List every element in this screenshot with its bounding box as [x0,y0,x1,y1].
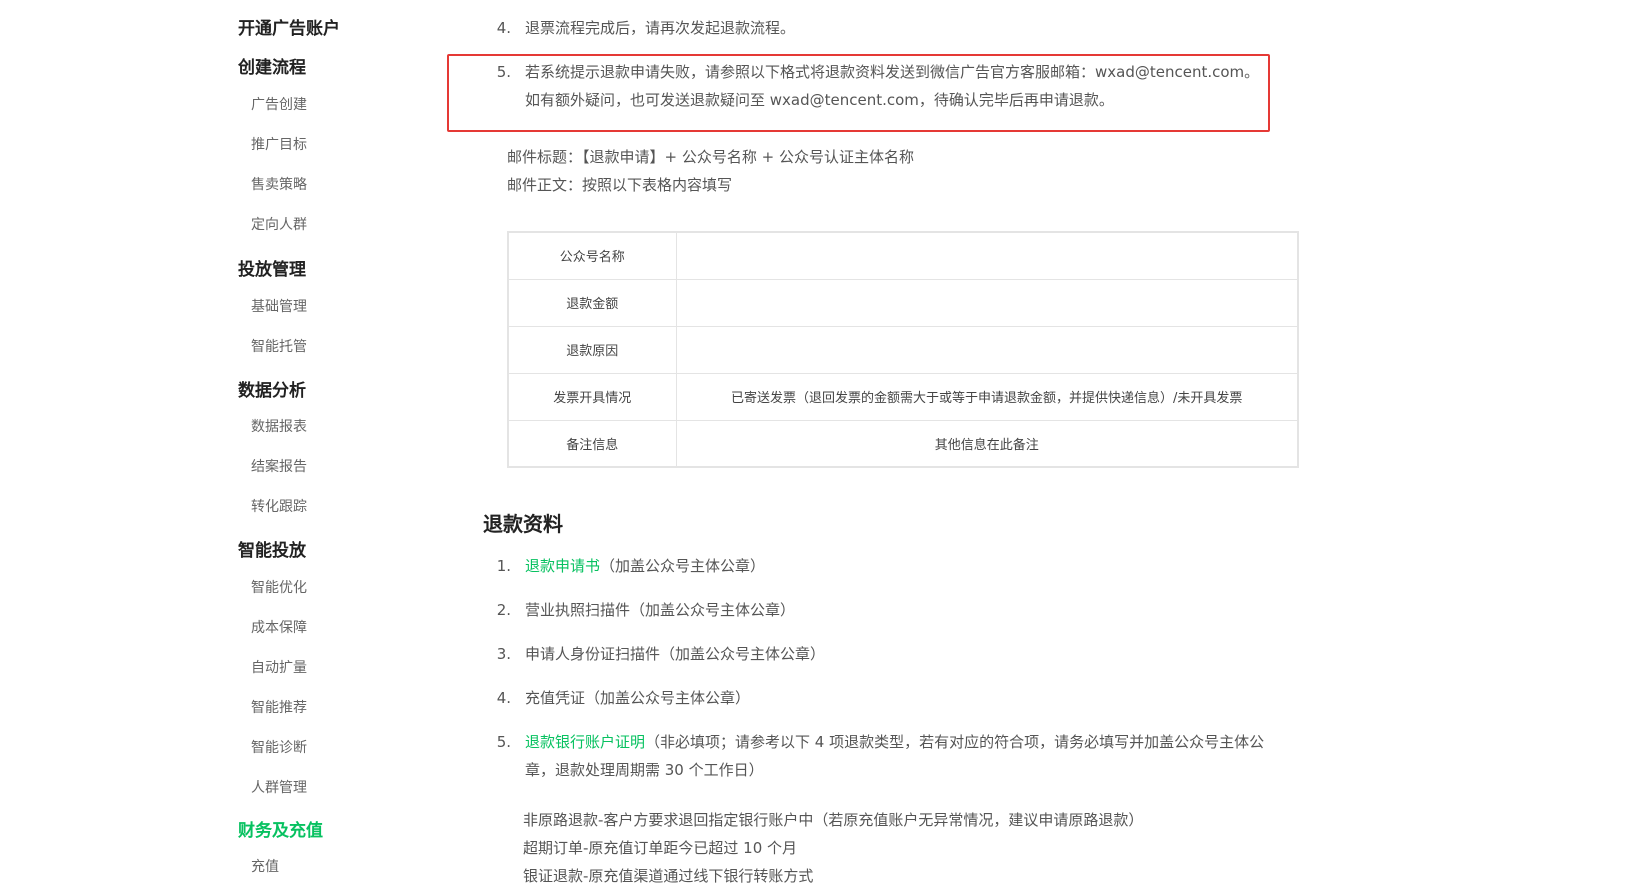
refund-doc-item: 2. 营业执照扫描件（加盖公众号主体公章） [487,596,1287,624]
table-label: 退款金额 [507,278,677,327]
list-text: 退票流程完成后，请再次发起退款流程。 [525,19,796,37]
nav-section-open-ad-account[interactable]: 开通广告账户 [238,18,340,40]
table-row: 发票开具情况 已寄送发票（退回发票的金额需大于或等于申请退款金额，并提供快递信息… [507,372,1299,421]
process-step-5: 5. 若系统提示退款申请失败，请参照以下格式将退款资料发送到微信广告官方客服邮箱… [487,58,1287,114]
nav-item-conversion-tracking[interactable]: 转化跟踪 [251,497,307,517]
nav-section-data-analysis[interactable]: 数据分析 [238,380,306,402]
list-number: 3. [496,645,511,663]
nav-section-create-flow[interactable]: 创建流程 [238,57,306,79]
nav-item-ad-create[interactable]: 广告创建 [251,95,307,115]
refund-doc-item: 4. 充值凭证（加盖公众号主体公章） [487,684,1287,712]
list-text: 充值凭证（加盖公众号主体公章） [525,689,751,707]
refund-doc-item: 3. 申请人身份证扫描件（加盖公众号主体公章） [487,640,1287,668]
nav-item-smart-diagnose[interactable]: 智能诊断 [251,738,307,758]
list-text-line2: 如有额外疑问，也可发送退款疑问至 wxad@tencent.com，待确认完毕后… [525,91,1114,109]
table-row: 备注信息 其他信息在此备注 [507,419,1299,468]
table-row: 退款金额 [507,278,1299,327]
bank-account-proof-link[interactable]: 退款银行账户证明 [525,733,645,751]
nav-item-sales-strategy[interactable]: 售卖策略 [251,175,307,195]
list-number: 4. [496,19,511,37]
nav-item-smart-recommend[interactable]: 智能推荐 [251,698,307,718]
nav-item-cost-guarantee[interactable]: 成本保障 [251,618,307,638]
list-number: 5. [496,733,511,751]
list-text: 营业执照扫描件（加盖公众号主体公章） [525,601,796,619]
refund-application-link[interactable]: 退款申请书 [525,557,600,575]
sidebar-nav: 开通广告账户 创建流程 广告创建 推广目标 售卖策略 定向人群 投放管理 基础管… [0,0,440,887]
table-row: 退款原因 [507,325,1299,374]
table-value [675,325,1299,374]
nav-section-delivery-mgmt[interactable]: 投放管理 [238,259,306,281]
table-label: 发票开具情况 [507,372,677,421]
process-step-4: 4. 退票流程完成后，请再次发起退款流程。 [487,14,1287,42]
list-number: 4. [496,689,511,707]
table-label: 公众号名称 [507,231,677,280]
refund-docs-title: 退款资料 [483,512,563,536]
refund-type-line: 非原路退款-客户方要求退回指定银行账户中（若原充值账户无异常情况，建议申请原路退… [523,811,1144,829]
list-text-line1: 若系统提示退款申请失败，请参照以下格式将退款资料发送到微信广告官方客服邮箱：wx… [525,63,1260,81]
list-number: 1. [496,557,511,575]
mail-body: 邮件正文：按照以下表格内容填写 [507,176,733,194]
refund-type-line: 超期订单-原充值订单距今已超过 10 个月 [523,839,798,857]
nav-item-recharge[interactable]: 充值 [251,857,279,877]
nav-item-final-report[interactable]: 结案报告 [251,457,307,477]
refund-email-table: 公众号名称 退款金额 退款原因 发票开具情况 已寄送发票（退回发票的金额需大于或… [507,231,1299,468]
refund-doc-item: 1. 退款申请书（加盖公众号主体公章） [487,552,1287,580]
nav-item-target-audience[interactable]: 定向人群 [251,215,307,235]
page: 开通广告账户 创建流程 广告创建 推广目标 售卖策略 定向人群 投放管理 基础管… [0,0,1625,887]
main-content: 4. 退票流程完成后，请再次发起退款流程。 5. 若系统提示退款申请失败，请参照… [447,0,1625,887]
nav-item-data-report[interactable]: 数据报表 [251,417,307,437]
refund-doc-item: 5. 退款银行账户证明（非必填项；请参考以下 4 项退款类型，若有对应的符合项，… [487,728,1287,784]
nav-item-auto-expand[interactable]: 自动扩量 [251,658,307,678]
mail-subject: 邮件标题：【退款申请】+ 公众号名称 + 公众号认证主体名称 [507,148,914,166]
list-text: （加盖公众号主体公章） [600,557,766,575]
table-label: 退款原因 [507,325,677,374]
nav-item-audience-mgmt[interactable]: 人群管理 [251,778,307,798]
table-value [675,278,1299,327]
list-number: 2. [496,601,511,619]
refund-type-line: 银证退款-原充值渠道通过线下银行转账方式 [523,867,814,885]
nav-item-promo-goal[interactable]: 推广目标 [251,135,307,155]
list-number: 5. [496,63,511,81]
table-value [675,231,1299,280]
nav-item-smart-optimize[interactable]: 智能优化 [251,578,307,598]
nav-section-smart-delivery[interactable]: 智能投放 [238,540,306,562]
table-value: 已寄送发票（退回发票的金额需大于或等于申请退款金额，并提供快递信息）/未开具发票 [675,372,1299,421]
nav-section-finance-recharge[interactable]: 财务及充值 [238,820,323,842]
list-text: 申请人身份证扫描件（加盖公众号主体公章） [525,645,826,663]
nav-item-smart-hosting[interactable]: 智能托管 [251,337,307,357]
table-row: 公众号名称 [507,231,1299,280]
nav-item-basic-mgmt[interactable]: 基础管理 [251,297,307,317]
table-value: 其他信息在此备注 [675,419,1299,468]
table-label: 备注信息 [507,419,677,468]
